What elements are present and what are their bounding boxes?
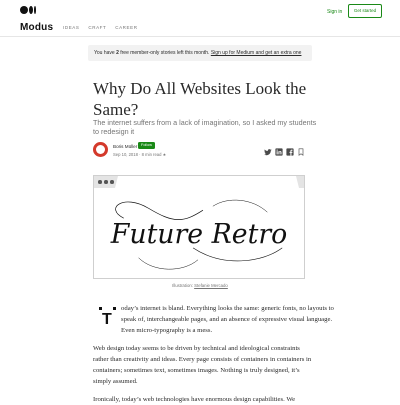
nav-craft[interactable]: CRAFT (88, 25, 106, 30)
author-name[interactable]: Boris Müller (113, 144, 137, 149)
article-paragraph: Web design today seems to be driven by t… (93, 345, 312, 385)
bookmark-icon[interactable] (297, 148, 305, 156)
article-hero-illustration: Future Retro (93, 175, 305, 279)
future-retro-lettering: Future Retro (110, 199, 287, 270)
publication-logo[interactable]: Modus (20, 22, 53, 33)
window-dot-icon (104, 180, 108, 184)
author-avatar[interactable] (93, 142, 108, 157)
image-caption: Illustration: Stefanie Mercado (172, 283, 228, 288)
publish-date: Sep 10, 2018 (113, 152, 138, 157)
top-nav-bar: Sign in Get started (0, 0, 400, 20)
article-meta: Sep 10, 2018 · 8 min read ★ (113, 152, 167, 157)
sign-up-link[interactable]: Sign up for Medium and get an extra one (211, 50, 302, 56)
dropcap-ornament (99, 307, 102, 310)
window-dot-icon (110, 180, 114, 184)
member-stories-banner: You have 2 free member-only stories left… (88, 45, 312, 61)
drop-cap: T (102, 311, 112, 328)
follow-button[interactable]: Follow (138, 142, 155, 149)
browser-toolbar (94, 176, 304, 188)
header-divider (0, 36, 400, 37)
article-subtitle: The internet suffers from a lack of imag… (93, 118, 317, 136)
window-dot-icon (98, 180, 102, 184)
browser-tab (115, 176, 299, 188)
dropcap-ornament (113, 307, 116, 310)
twitter-icon[interactable] (264, 148, 272, 156)
linkedin-icon[interactable] (275, 148, 283, 156)
sign-in-link[interactable]: Sign in (327, 9, 342, 15)
lettering-text: Future Retro (110, 219, 287, 250)
nav-ideas[interactable]: IDEAS (63, 25, 80, 30)
article-paragraph: oday’s internet is bland. Everything loo… (121, 305, 334, 334)
read-time: 8 min read (141, 152, 162, 157)
facebook-icon[interactable] (286, 148, 294, 156)
caption-credit-link[interactable]: Stefanie Mercado (194, 283, 228, 288)
member-star-icon: ★ (162, 152, 167, 157)
get-started-button[interactable]: Get started (348, 4, 382, 18)
article-title: Why Do All Websites Look the Same? (93, 79, 307, 119)
publication-nav: IDEAS CRAFT CAREER (63, 25, 145, 30)
medium-logo-icon[interactable] (20, 6, 40, 14)
nav-career[interactable]: CAREER (115, 25, 137, 30)
